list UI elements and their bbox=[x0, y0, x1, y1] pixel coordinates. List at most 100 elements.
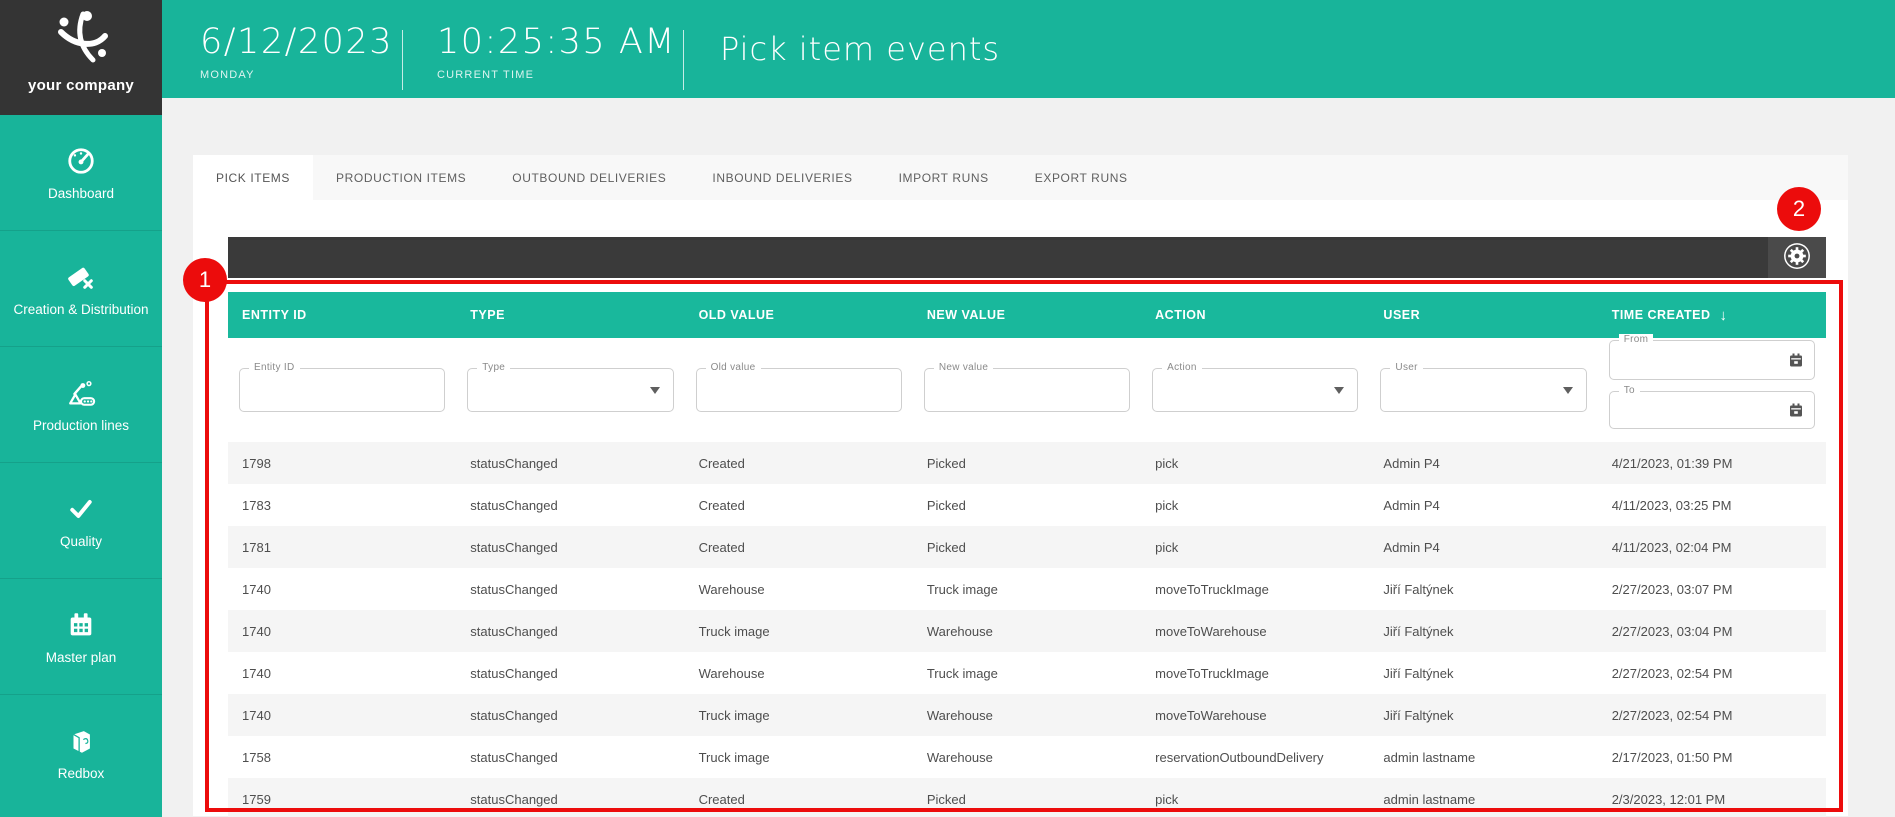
sidebar-item-label: Master plan bbox=[46, 650, 117, 665]
filter-cell-entity-id: Entity ID bbox=[228, 338, 456, 442]
sidebar: Dashboard Creation & DistributionProducti… bbox=[0, 98, 162, 817]
cell-type: statusChanged bbox=[456, 456, 684, 471]
cell-old-value: Created bbox=[685, 498, 913, 513]
sidebar-item-label: Quality bbox=[60, 534, 102, 549]
gear-icon bbox=[1782, 241, 1812, 274]
cell-action: pick bbox=[1141, 540, 1369, 555]
filter-field-new-value[interactable]: New value bbox=[924, 368, 1130, 412]
cell-entity-id: 1740 bbox=[228, 624, 456, 639]
filter-field-user[interactable]: User bbox=[1380, 368, 1586, 412]
tab-outbound-deliveries[interactable]: OUTBOUND DELIVERIES bbox=[489, 155, 689, 200]
tab-import-runs[interactable]: IMPORT RUNS bbox=[876, 155, 1012, 200]
cell-new-value: Truck image bbox=[913, 582, 1141, 597]
cell-time-created: 2/27/2023, 02:54 PM bbox=[1598, 708, 1826, 723]
column-label: NEW VALUE bbox=[927, 308, 1006, 322]
cell-time-created: 4/21/2023, 01:39 PM bbox=[1598, 456, 1826, 471]
cell-user: Admin P4 bbox=[1369, 456, 1597, 471]
cell-user: Jiří Faltýnek bbox=[1369, 624, 1597, 639]
calendar-icon bbox=[66, 609, 96, 641]
dropdown-caret-icon[interactable] bbox=[1563, 387, 1573, 394]
cell-time-created: 2/27/2023, 02:54 PM bbox=[1598, 666, 1826, 681]
sidebar-item-dashboard[interactable]: Dashboard bbox=[0, 115, 162, 231]
filter-entity-id-input[interactable] bbox=[240, 369, 444, 411]
main-content: PICK ITEMSPRODUCTION ITEMSOUTBOUND DELIV… bbox=[162, 98, 1895, 817]
header-date-block: 6/12/2023 MONDAY bbox=[200, 22, 393, 81]
cell-action: moveToTruckImage bbox=[1141, 582, 1369, 597]
cell-entity-id: 1758 bbox=[228, 750, 456, 765]
filter-from-date-input[interactable] bbox=[1610, 341, 1814, 379]
column-header-time-created[interactable]: TIME CREATED↓ bbox=[1598, 307, 1826, 324]
cell-action: pick bbox=[1141, 456, 1369, 471]
filter-to-date-input[interactable] bbox=[1610, 392, 1814, 428]
column-header-new-value[interactable]: NEW VALUE bbox=[913, 308, 1141, 322]
table-body: 1798statusChangedCreatedPickedpickAdmin … bbox=[228, 442, 1826, 817]
company-logo[interactable]: your company bbox=[0, 0, 162, 115]
cell-old-value: Warehouse bbox=[685, 666, 913, 681]
table-row[interactable]: 1758statusChangedTruck imageWarehouseres… bbox=[228, 736, 1826, 778]
table-row[interactable]: 1740statusChangedTruck imageWarehousemov… bbox=[228, 610, 1826, 652]
dropdown-caret-icon[interactable] bbox=[650, 387, 660, 394]
table-row[interactable]: 1740statusChangedTruck imageWarehousemov… bbox=[228, 694, 1826, 736]
events-table: ENTITY ID TYPE OLD VALUE NEW VALUE ACTIONUSE… bbox=[228, 292, 1826, 817]
filter-field-to-date[interactable]: To bbox=[1609, 391, 1815, 429]
cell-user: admin lastname bbox=[1369, 792, 1597, 807]
filter-new-value-input[interactable] bbox=[925, 369, 1129, 411]
column-label: TIME CREATED bbox=[1612, 308, 1711, 322]
table-filter-row: Entity ID Type Old value New value Action Use… bbox=[228, 338, 1826, 442]
column-header-action[interactable]: ACTION bbox=[1141, 308, 1369, 322]
sidebar-item-creation-distribution[interactable]: Creation & Distribution bbox=[0, 231, 162, 347]
robot-arm-icon bbox=[65, 377, 97, 409]
box-icon bbox=[66, 725, 96, 757]
header-time-label: CURRENT TIME bbox=[437, 69, 676, 81]
table-row[interactable]: 1798statusChangedCreatedPickedpickAdmin … bbox=[228, 442, 1826, 484]
sidebar-item-redbox[interactable]: Redbox bbox=[0, 695, 162, 811]
table-row[interactable]: 1781statusChangedCreatedPickedpickAdmin … bbox=[228, 526, 1826, 568]
calendar-small-icon[interactable] bbox=[1788, 402, 1804, 418]
column-header-user[interactable]: USER bbox=[1369, 308, 1597, 322]
cell-new-value: Picked bbox=[913, 498, 1141, 513]
settings-button[interactable] bbox=[1768, 237, 1826, 278]
cell-type: statusChanged bbox=[456, 624, 684, 639]
cell-user: Jiří Faltýnek bbox=[1369, 708, 1597, 723]
column-label: TYPE bbox=[470, 308, 505, 322]
table-toolbar bbox=[228, 237, 1826, 278]
company-logo-label: your company bbox=[28, 77, 134, 94]
tab-inbound-deliveries[interactable]: INBOUND DELIVERIES bbox=[689, 155, 875, 200]
dropdown-caret-icon[interactable] bbox=[1334, 387, 1344, 394]
filter-field-action[interactable]: Action bbox=[1152, 368, 1358, 412]
table-row[interactable]: 1740statusChangedWarehouseTruck imagemov… bbox=[228, 652, 1826, 694]
content-card: ENTITY ID TYPE OLD VALUE NEW VALUE ACTIONUSE… bbox=[193, 200, 1848, 816]
table-row[interactable]: 1783statusChangedCreatedPickedpickAdmin … bbox=[228, 484, 1826, 526]
table-row[interactable]: 1759statusChangedCreatedPickedpickadmin … bbox=[228, 778, 1826, 817]
tab-pick-items[interactable]: PICK ITEMS bbox=[193, 155, 313, 200]
filter-field-from-date[interactable]: From bbox=[1609, 340, 1815, 380]
checkmark-icon bbox=[65, 493, 97, 525]
filter-user-input[interactable] bbox=[1381, 369, 1585, 411]
filter-cell-type: Type bbox=[456, 338, 684, 442]
filter-field-entity-id[interactable]: Entity ID bbox=[239, 368, 445, 412]
cell-time-created: 4/11/2023, 02:04 PM bbox=[1598, 540, 1826, 555]
calendar-small-icon[interactable] bbox=[1788, 352, 1804, 368]
header-divider bbox=[683, 30, 684, 90]
column-header-type[interactable]: TYPE bbox=[456, 308, 684, 322]
filter-old-value-input[interactable] bbox=[697, 369, 901, 411]
cell-time-created: 2/27/2023, 03:04 PM bbox=[1598, 624, 1826, 639]
sidebar-item-label: Dashboard bbox=[48, 186, 114, 201]
cell-type: statusChanged bbox=[456, 792, 684, 807]
cell-old-value: Warehouse bbox=[685, 582, 913, 597]
cell-entity-id: 1783 bbox=[228, 498, 456, 513]
header-day: MONDAY bbox=[200, 69, 393, 81]
filter-cell-user: User bbox=[1369, 338, 1597, 442]
filter-type-input[interactable] bbox=[468, 369, 672, 411]
column-header-entity-id[interactable]: ENTITY ID bbox=[228, 308, 456, 322]
tab-production-items[interactable]: PRODUCTION ITEMS bbox=[313, 155, 489, 200]
sidebar-item-master-plan[interactable]: Master plan bbox=[0, 579, 162, 695]
table-row[interactable]: 1740statusChangedWarehouseTruck imagemov… bbox=[228, 568, 1826, 610]
tab-export-runs[interactable]: EXPORT RUNS bbox=[1012, 155, 1151, 200]
filter-action-input[interactable] bbox=[1153, 369, 1357, 411]
sidebar-item-quality[interactable]: Quality bbox=[0, 463, 162, 579]
filter-field-type[interactable]: Type bbox=[467, 368, 673, 412]
sidebar-item-production-lines[interactable]: Production lines bbox=[0, 347, 162, 463]
filter-field-old-value[interactable]: Old value bbox=[696, 368, 902, 412]
column-header-old-value[interactable]: OLD VALUE bbox=[685, 308, 913, 322]
